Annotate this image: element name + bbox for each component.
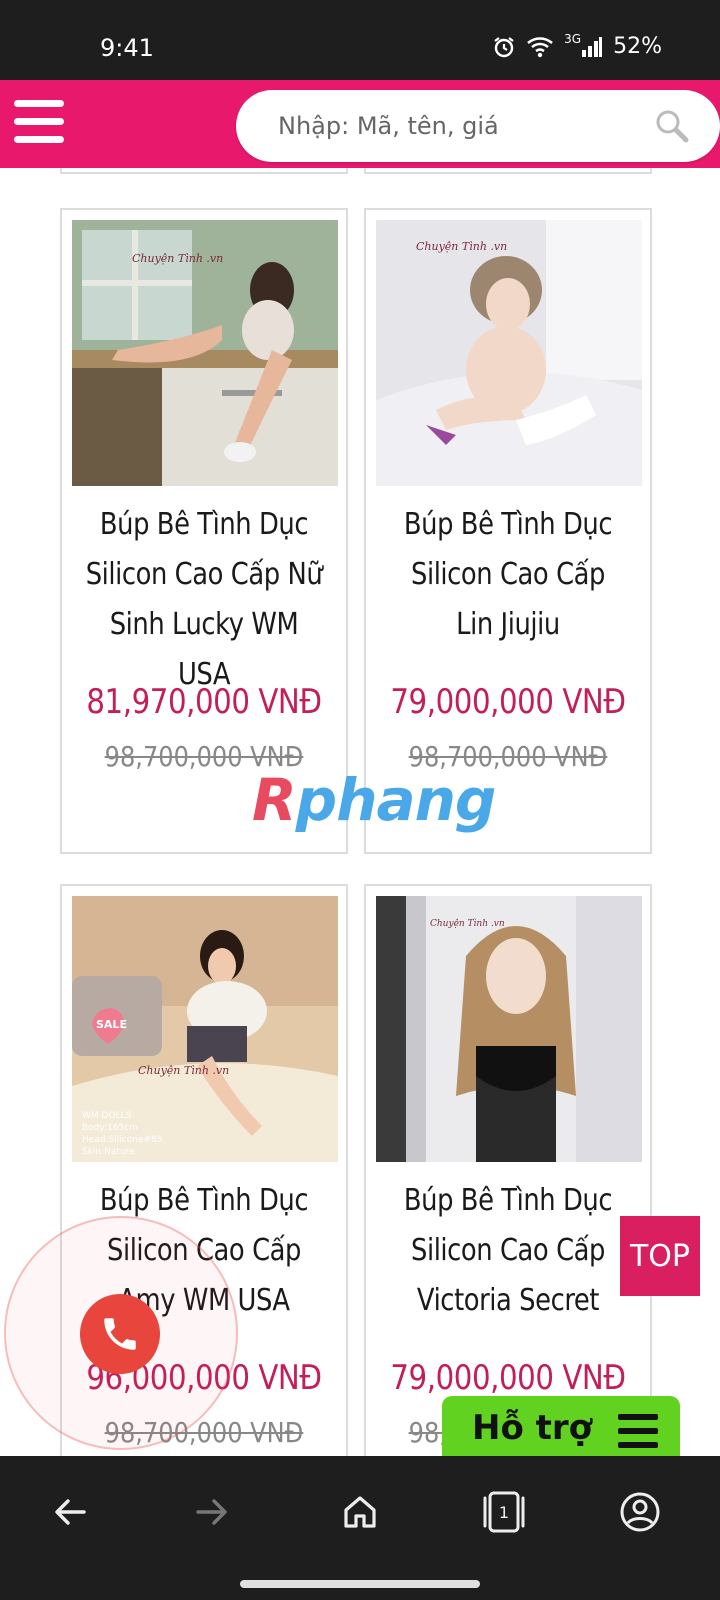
support-button[interactable]: Hỗ trợ — [442, 1396, 680, 1460]
alarm-icon — [494, 36, 514, 57]
spec-line: Skin:Nature — [82, 1147, 135, 1157]
tabs-button[interactable]: 1 — [472, 1484, 536, 1540]
product-card[interactable]: Chuyện Tình .vn Búp Bê Tình Dục Silicon … — [60, 208, 348, 854]
sale-badge: SALE — [96, 1018, 127, 1031]
back-arrow-icon — [55, 1499, 86, 1525]
product-price: 81,970,000 VNĐ — [86, 682, 322, 722]
network-type: 3G — [564, 31, 582, 46]
product-photo: Chuyện Tình .vn — [72, 220, 338, 486]
logo-text: Chuyện Tình .vn — [132, 252, 223, 265]
product-card[interactable]: Chuyện Tình .vn Búp Bê Tình Dục Silicon … — [364, 208, 652, 854]
watermark: Rphang — [252, 766, 496, 834]
scroll-top-button[interactable]: TOP — [620, 1216, 700, 1296]
site-header — [0, 80, 720, 168]
account-icon — [620, 1492, 660, 1532]
home-icon — [344, 1496, 376, 1528]
browser-nav-bar: 1 — [0, 1456, 720, 1600]
status-time: 9:41 — [100, 34, 154, 62]
product-image[interactable]: Chuyện Tình .vn — [376, 896, 642, 1162]
gesture-bar[interactable] — [240, 1580, 480, 1588]
logo-text: Chuyện Tình .vn — [430, 918, 505, 929]
previous-card-bottom — [364, 168, 652, 174]
status-bar: 9:41 3G 52% — [0, 0, 720, 80]
wifi-icon — [527, 36, 554, 57]
call-button[interactable] — [80, 1294, 160, 1374]
product-photo: SALE Chuyện Tình .vn WM DOLLS Body:165cm… — [72, 896, 338, 1162]
tabs-icon: 1 — [483, 1491, 525, 1533]
product-price: 79,000,000 VNĐ — [390, 1358, 626, 1398]
menu-icon — [618, 1414, 658, 1448]
tab-count: 1 — [499, 1503, 509, 1522]
status-icons: 3G 52% — [492, 31, 662, 59]
product-name[interactable]: Búp Bê Tình Dục Silicon Cao Cấp Victoria… — [389, 1176, 626, 1326]
product-image[interactable]: Chuyện Tình .vn — [72, 220, 338, 486]
search-input[interactable] — [236, 90, 636, 162]
product-price: 79,000,000 VNĐ — [390, 682, 626, 722]
signal-icon — [582, 36, 603, 57]
logo-text: Chuyện Tình .vn — [138, 1064, 229, 1077]
forward-arrow-icon — [196, 1499, 227, 1525]
hamburger-menu-button[interactable] — [14, 100, 66, 146]
product-photo: Chuyện Tình .vn — [376, 220, 642, 486]
search-box — [236, 90, 720, 162]
spec-line: Head:Silicone#85 — [82, 1135, 162, 1145]
previous-card-bottom — [60, 168, 348, 174]
logo-text: Chuyện Tình .vn — [416, 240, 507, 253]
product-name[interactable]: Búp Bê Tình Dục Silicon Cao Cấp Nữ Sinh … — [85, 500, 323, 700]
home-button[interactable] — [328, 1484, 392, 1540]
product-name[interactable]: Búp Bê Tình Dục Silicon Cao Cấp Lin Jiuj… — [389, 500, 626, 650]
product-card[interactable]: Chuyện Tình .vn Búp Bê Tình Dục Silicon … — [364, 884, 652, 1456]
product-image[interactable]: SALE Chuyện Tình .vn WM DOLLS Body:165cm… — [72, 896, 338, 1162]
product-image[interactable]: Chuyện Tình .vn — [376, 220, 642, 486]
back-button[interactable] — [38, 1484, 102, 1540]
phone-icon — [104, 1318, 136, 1350]
product-photo: Chuyện Tình .vn — [376, 896, 642, 1162]
spec-line: Body:165cm — [82, 1123, 138, 1133]
forward-button[interactable] — [180, 1484, 244, 1540]
spec-line: WM DOLLS — [82, 1111, 132, 1121]
support-label: Hỗ trợ — [472, 1408, 593, 1448]
account-button[interactable] — [608, 1484, 672, 1540]
battery-percent: 52% — [613, 34, 662, 59]
search-icon[interactable] — [654, 108, 690, 144]
